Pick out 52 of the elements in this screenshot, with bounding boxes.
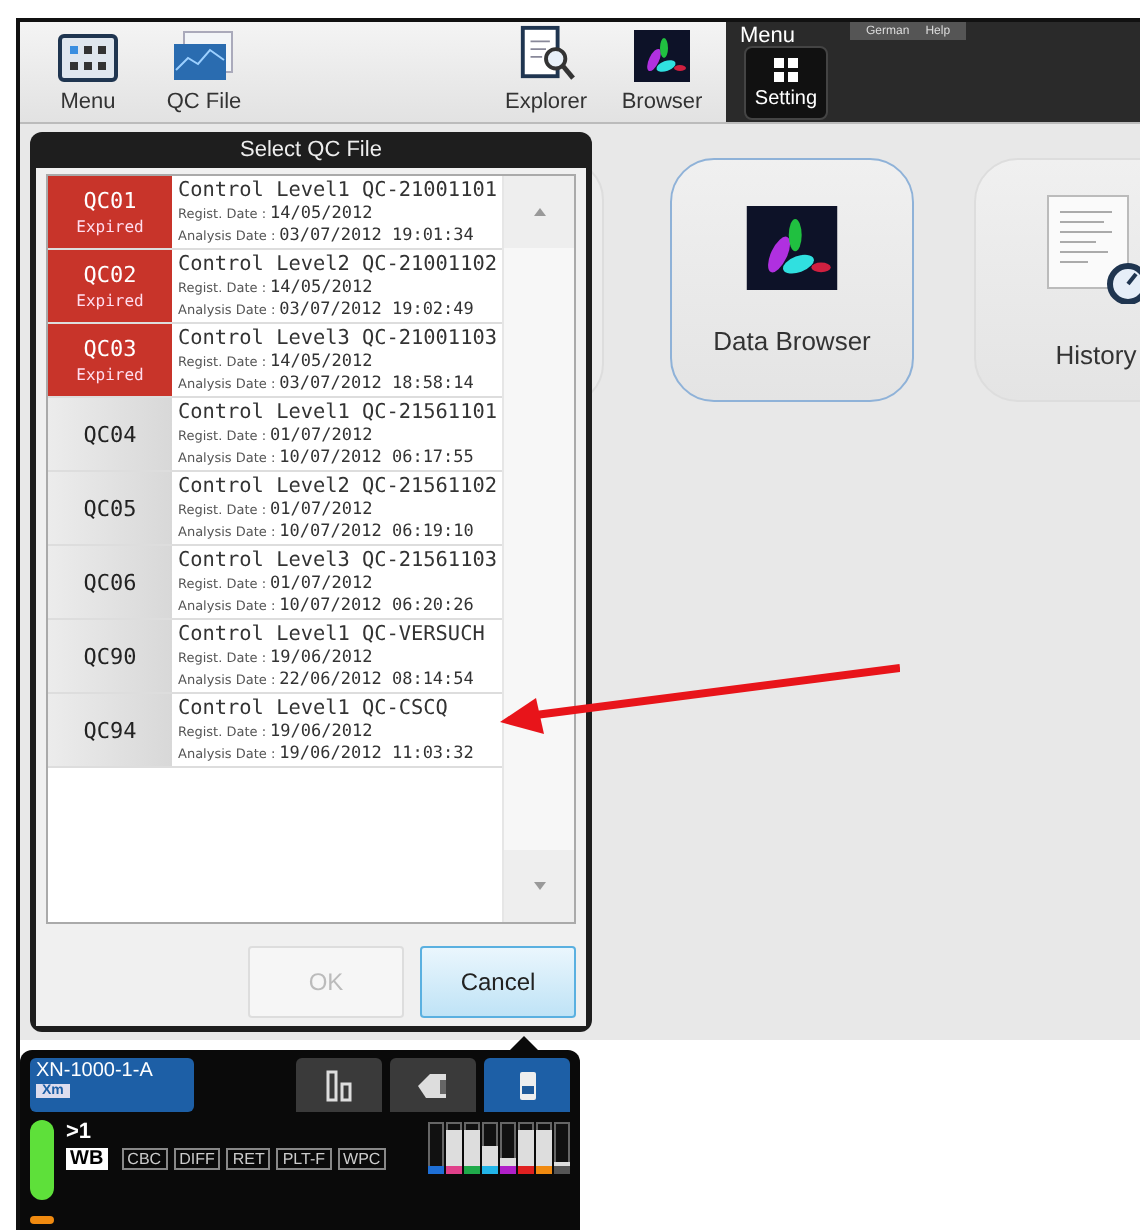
channel-label: WPC — [337, 1148, 387, 1170]
sample-count: >1 — [66, 1120, 94, 1144]
file-code[interactable]: QC06 — [48, 546, 172, 618]
analysis-date: 19/06/2012 11:03:32 — [279, 744, 474, 764]
analysis-date: 03/07/2012 19:01:34 — [279, 226, 474, 246]
file-name: Control Level2 QC-21001102 — [178, 254, 499, 276]
file-name: Control Level1 QC-21561101 — [178, 402, 499, 424]
file-code[interactable]: QC01 Expired — [48, 176, 172, 248]
channel-label: DIFF — [173, 1148, 221, 1170]
analysis-date: 03/07/2012 18:58:14 — [279, 374, 474, 394]
regist-date: 14/05/2012 — [270, 204, 373, 224]
mode-label: WB — [66, 1148, 108, 1170]
toolbar-button[interactable]: Explorer — [494, 22, 598, 122]
toolbar-button[interactable]: QC File — [152, 22, 256, 122]
file-code[interactable]: QC94 — [48, 694, 172, 766]
file-name: Control Level3 QC-21561103 — [178, 550, 499, 572]
regist-date: 19/06/2012 — [270, 648, 373, 668]
file-name: Control Level3 QC-21001103 — [178, 328, 499, 350]
dialog-title: Select QC File — [238, 136, 384, 166]
regist-date: 14/05/2012 — [270, 352, 373, 372]
app-tile[interactable]: History — [974, 158, 1140, 402]
dialog-button[interactable]: Cancel — [420, 946, 576, 1018]
expired-label: Expired — [76, 366, 144, 384]
file-name: Control Level2 QC-21561102 — [178, 476, 499, 498]
analysis-date: 10/07/2012 06:20:26 — [279, 596, 474, 616]
regist-date: 01/07/2012 — [270, 500, 373, 520]
setting-button[interactable]: Setting — [744, 46, 828, 120]
file-code[interactable]: QC04 — [48, 398, 172, 470]
regist-date: 01/07/2012 — [270, 574, 373, 594]
analysis-date: 22/06/2012 08:14:54 — [279, 670, 474, 690]
channel-label: RET — [226, 1148, 271, 1170]
expired-label: Expired — [76, 218, 144, 236]
analysis-date: 10/07/2012 06:19:10 — [279, 522, 474, 542]
toolbar-button[interactable]: Menu — [36, 22, 140, 122]
analysis-date: 10/07/2012 06:17:55 — [279, 448, 474, 468]
channel-label: PLT-F — [276, 1148, 332, 1170]
file-code[interactable]: QC02 Expired — [48, 250, 172, 322]
file-name: Control Level1 QC-21001101 — [178, 180, 499, 202]
file-code[interactable]: QC90 — [48, 620, 172, 692]
menu-title: Menu — [740, 24, 796, 48]
regist-date: 01/07/2012 — [270, 426, 373, 446]
analysis-date: 03/07/2012 19:02:49 — [279, 300, 474, 320]
file-name: Control Level1 QC-CSCQ — [178, 698, 450, 720]
expired-label: Expired — [76, 292, 144, 310]
channel-label: CBC — [121, 1148, 168, 1170]
file-code[interactable]: QC03 Expired — [48, 324, 172, 396]
toolbar-button[interactable]: Browser — [610, 22, 714, 122]
app-tile[interactable]: Data Browser — [670, 158, 914, 402]
regist-date: 14/05/2012 — [270, 278, 373, 298]
regist-date: 19/06/2012 — [270, 722, 373, 742]
file-code[interactable]: QC05 — [48, 472, 172, 544]
file-name: Control Level1 QC-VERSUCH — [178, 624, 487, 646]
